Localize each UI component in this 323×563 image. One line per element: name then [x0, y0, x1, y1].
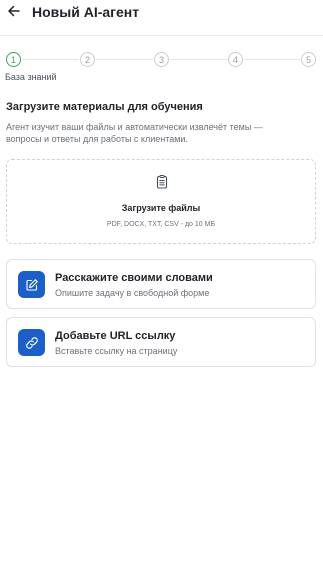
page-title: Новый AI-агент — [32, 4, 140, 20]
step-connector — [96, 59, 153, 60]
step-5[interactable]: 5 — [301, 52, 316, 67]
option-icon-badge — [18, 271, 45, 298]
step-connector — [170, 59, 227, 60]
step-3[interactable]: 3 — [154, 52, 169, 67]
step-connector — [23, 59, 79, 60]
step-4[interactable]: 4 — [228, 52, 243, 67]
describe-in-words-option[interactable]: Расскажите своими словами Опишите задачу… — [6, 259, 316, 309]
section-description: Агент изучит ваши файлы и автоматически … — [6, 122, 263, 144]
upload-hint: PDF, DOCX, TXT, CSV - до 10 МБ — [106, 221, 216, 228]
document-icon — [156, 175, 168, 189]
option-icon-badge — [18, 329, 45, 356]
stepper: 1 2 3 4 5 — [0, 52, 323, 68]
file-upload-dropzone[interactable]: Загрузите файлы PDF, DOCX, TXT, CSV - до… — [6, 159, 316, 244]
section-title: Загрузите материалы для обучения — [6, 101, 203, 113]
option-title: Добавьте URL ссылку — [55, 330, 176, 342]
upload-title: Загрузите файлы — [121, 203, 201, 213]
option-subtitle: Вставьте ссылку на страницу — [55, 346, 178, 356]
active-step-caption: База знаний — [5, 72, 57, 82]
link-icon — [25, 336, 38, 349]
header: Новый AI-агент — [0, 0, 323, 36]
step-2[interactable]: 2 — [80, 52, 95, 67]
step-connector — [244, 59, 300, 60]
edit-icon — [25, 278, 38, 291]
step-1[interactable]: 1 — [6, 52, 21, 67]
arrow-left-icon[interactable] — [6, 3, 22, 19]
add-url-option[interactable]: Добавьте URL ссылку Вставьте ссылку на с… — [6, 317, 316, 367]
option-subtitle: Опишите задачу в свободной форме — [55, 288, 210, 298]
option-title: Расскажите своими словами — [55, 272, 213, 284]
